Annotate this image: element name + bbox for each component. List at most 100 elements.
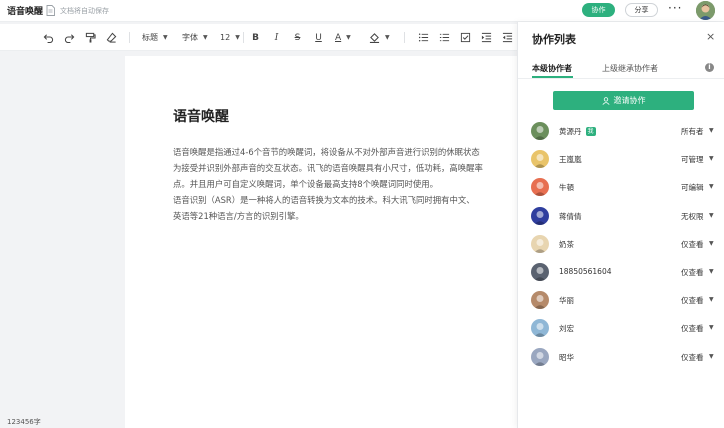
member-row[interactable]: 蒋倩倩 无权限 ▼ <box>518 205 724 227</box>
invite-label: 邀请协作 <box>613 96 646 105</box>
member-name: 昭华 <box>559 352 574 363</box>
toolbar-divider <box>243 32 244 43</box>
share-button[interactable]: 分享 <box>625 3 658 17</box>
text-color-icon: A <box>335 32 342 43</box>
member-name: 牛頓 <box>559 182 574 193</box>
info-icon[interactable]: i <box>705 63 714 72</box>
document-area: 语音唤醒 语音唤醒是指通过4-6个音节的唤醒词，将设备从不对外部声音进行识别的休… <box>0 52 518 428</box>
collaborator-panel: 协作列表 × 本级协作者 上级继承协作者 i 邀请协作 黄源丹我所有者 ▼ 王嵐嵐可… <box>517 22 724 428</box>
underline-icon[interactable]: U <box>313 31 324 44</box>
permission-dropdown[interactable]: 仅查看 <box>681 295 704 306</box>
highlight-icon <box>369 33 380 43</box>
member-name: 18850561604 <box>559 267 612 276</box>
chevron-down-icon: ▼ <box>163 34 168 41</box>
paragraph-line[interactable]: 点。并且用户可自定义唤醒词，单个设备最高支持8个唤醒词同时使用。 <box>173 178 438 191</box>
chevron-down-icon[interactable]: ▼ <box>709 268 714 275</box>
italic-icon[interactable]: I <box>271 31 282 44</box>
collab-button[interactable]: 协作 <box>582 3 615 17</box>
member-name: 王嵐嵐 <box>559 154 582 165</box>
avatar <box>531 319 549 338</box>
autosave-status: 文档将自动保存 <box>60 7 109 15</box>
avatar <box>531 178 549 197</box>
document-title[interactable]: 语音唤醒 <box>7 4 43 17</box>
chevron-down-icon[interactable]: ▼ <box>709 183 714 190</box>
permission-dropdown[interactable]: 仅查看 <box>681 323 704 334</box>
highlight-dropdown[interactable]: ▼ <box>369 31 390 44</box>
font-size-dropdown[interactable]: 12 ▼ <box>220 31 240 44</box>
permission-dropdown[interactable]: 无权限 <box>681 211 704 222</box>
member-row[interactable]: 奶茶 仅查看 ▼ <box>518 233 724 255</box>
paragraph-line[interactable]: 英语等21种语言/方言的识别引擎。 <box>173 210 304 223</box>
editor-toolbar: 标题 ▼ 字体 ▼ 12 ▼ B I S U A ▼ ▼ <box>0 24 518 51</box>
member-name: 华丽 <box>559 295 574 306</box>
chevron-down-icon: ▼ <box>203 34 208 41</box>
member-row[interactable]: 牛頓 可编辑 ▼ <box>518 176 724 198</box>
top-bar: 语音唤醒 文档将自动保存 协作 分享 ··· <box>0 0 724 22</box>
member-row[interactable]: 18850561604 仅查看 ▼ <box>518 261 724 283</box>
owner-badge: 我 <box>585 127 596 136</box>
chevron-down-icon[interactable]: ▼ <box>709 240 714 247</box>
chevron-down-icon[interactable]: ▼ <box>709 127 714 134</box>
indent-icon[interactable] <box>480 31 493 44</box>
member-row[interactable]: 黄源丹我 所有者 ▼ <box>518 120 724 142</box>
member-row[interactable]: 王嵐嵐 可管理 ▼ <box>518 148 724 170</box>
doc-icon <box>46 5 55 16</box>
member-name-text: 黄源丹 <box>559 127 582 136</box>
undo-icon[interactable] <box>42 31 55 44</box>
checkbox-icon[interactable] <box>459 31 472 44</box>
format-painter-icon[interactable] <box>84 31 97 44</box>
member-name: 黄源丹我 <box>559 126 596 137</box>
member-row[interactable]: 昭华 仅查看 ▼ <box>518 346 724 368</box>
document-page[interactable]: 语音唤醒 语音唤醒是指通过4-6个音节的唤醒词，将设备从不对外部声音进行识别的休… <box>125 56 518 428</box>
ordered-list-icon[interactable] <box>417 31 430 44</box>
permission-dropdown[interactable]: 仅查看 <box>681 352 704 363</box>
tab-inherited-collaborators[interactable]: 上级继承协作者 <box>602 63 658 74</box>
heading-label: 标题 <box>142 33 158 42</box>
font-dropdown[interactable]: 字体 ▼ <box>182 31 208 44</box>
chevron-down-icon: ▼ <box>235 34 240 41</box>
heading-dropdown[interactable]: 标题 ▼ <box>142 31 168 44</box>
chevron-down-icon[interactable]: ▼ <box>709 296 714 303</box>
permission-dropdown[interactable]: 可编辑 <box>681 182 704 193</box>
outdent-icon[interactable] <box>501 31 514 44</box>
member-row[interactable]: 华丽 仅查看 ▼ <box>518 289 724 311</box>
chevron-down-icon[interactable]: ▼ <box>709 155 714 162</box>
chevron-down-icon: ▼ <box>385 34 390 41</box>
avatar <box>531 150 549 169</box>
tab-local-collaborators[interactable]: 本级协作者 <box>532 63 572 74</box>
avatar <box>531 291 549 310</box>
chevron-down-icon[interactable]: ▼ <box>709 212 714 219</box>
permission-dropdown[interactable]: 所有者 <box>681 126 704 137</box>
close-icon[interactable]: × <box>706 31 715 42</box>
document-heading[interactable]: 语音唤醒 <box>173 106 229 126</box>
text-color-dropdown[interactable]: A ▼ <box>335 31 351 44</box>
permission-dropdown[interactable]: 可管理 <box>681 154 704 165</box>
tabs-divider <box>518 78 724 79</box>
avatar <box>531 263 549 281</box>
member-name-text: 蒋倩倩 <box>559 211 582 221</box>
bold-icon[interactable]: B <box>250 31 261 44</box>
paragraph-line[interactable]: 语音唤醒是指通过4-6个音节的唤醒词，将设备从不对外部声音进行识别的休眠状态 <box>173 146 480 159</box>
paragraph-line[interactable]: 语音识别（ASR）是一种将人的语音转换为文本的技术。科大讯飞同时拥有中文、 <box>173 194 475 207</box>
chevron-down-icon[interactable]: ▼ <box>709 353 714 360</box>
member-name-text: 华丽 <box>559 296 574 306</box>
bullet-list-icon[interactable] <box>438 31 451 44</box>
member-row[interactable]: 刘宏 仅查看 ▼ <box>518 317 724 339</box>
eraser-icon[interactable] <box>105 31 118 44</box>
panel-title: 协作列表 <box>532 33 576 46</box>
member-name-text: 18850561604 <box>559 267 612 276</box>
chevron-down-icon[interactable]: ▼ <box>709 324 714 331</box>
word-count: 123456字 <box>7 418 41 426</box>
permission-dropdown[interactable]: 仅查看 <box>681 267 704 278</box>
user-avatar[interactable] <box>696 1 715 20</box>
user-icon <box>601 96 610 105</box>
more-options-button[interactable]: ··· <box>668 1 682 15</box>
paragraph-line[interactable]: 为接受并识别外部声音的交互状态。讯飞的语音唤醒具有小尺寸，低功耗，高唤醒率 <box>173 162 483 175</box>
permission-dropdown[interactable]: 仅查看 <box>681 239 704 250</box>
chevron-down-icon: ▼ <box>346 34 351 41</box>
strikethrough-icon[interactable]: S <box>292 31 303 44</box>
member-name: 蒋倩倩 <box>559 211 582 222</box>
invite-collaborator-button[interactable]: 邀请协作 <box>553 91 694 110</box>
toolbar-divider <box>129 32 130 43</box>
redo-icon[interactable] <box>63 31 76 44</box>
